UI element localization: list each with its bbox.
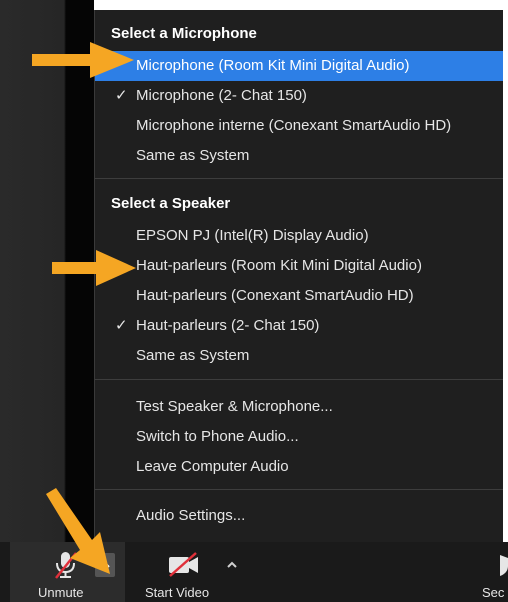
speaker-option-label: Haut-parleurs (2- Chat 150) <box>136 317 320 334</box>
menu-item-label: Test Speaker & Microphone... <box>136 398 333 415</box>
leave-computer-audio-item[interactable]: Leave Computer Audio <box>95 452 504 482</box>
mic-option-same-as-system[interactable]: Same as System <box>95 141 504 171</box>
speaker-option-label: Haut-parleurs (Room Kit Mini Digital Aud… <box>136 257 422 274</box>
screenshot-stage: Select a Microphone Microphone (Room Kit… <box>0 0 508 602</box>
menu-divider <box>95 178 504 179</box>
security-label: Sec <box>482 585 505 600</box>
check-icon: ✓ <box>115 317 128 334</box>
menu-item-label: Switch to Phone Audio... <box>136 428 299 445</box>
speaker-option-label: EPSON PJ (Intel(R) Display Audio) <box>136 227 369 244</box>
speaker-option-epson[interactable]: EPSON PJ (Intel(R) Display Audio) <box>95 221 504 251</box>
menu-item-label: Leave Computer Audio <box>136 458 289 475</box>
chevron-up-icon <box>227 561 237 568</box>
speaker-option-chat-150[interactable]: ✓ Haut-parleurs (2- Chat 150) <box>95 311 504 341</box>
arrow-annotation-icon <box>32 42 134 78</box>
menu-divider <box>95 379 504 380</box>
arrow-annotation-icon <box>52 250 136 286</box>
mic-option-interne[interactable]: Microphone interne (Conexant SmartAudio … <box>95 111 504 141</box>
unmute-label: Unmute <box>38 585 84 600</box>
mic-option-chat-150[interactable]: ✓ Microphone (2- Chat 150) <box>95 81 504 111</box>
mic-option-room-kit[interactable]: Microphone (Room Kit Mini Digital Audio) <box>95 51 504 81</box>
audio-settings-item[interactable]: Audio Settings... <box>95 501 504 531</box>
arrow-annotation-icon <box>46 488 110 574</box>
mic-option-label: Microphone interne (Conexant SmartAudio … <box>136 117 452 134</box>
audio-menu: Select a Microphone Microphone (Room Kit… <box>94 10 508 542</box>
speaker-option-room-kit[interactable]: Haut-parleurs (Room Kit Mini Digital Aud… <box>95 251 504 281</box>
menu-item-label: Audio Settings... <box>136 507 246 524</box>
speaker-option-label: Haut-parleurs (Conexant SmartAudio HD) <box>136 287 414 304</box>
speaker-section-header: Select a Speaker <box>111 195 231 212</box>
switch-phone-audio-item[interactable]: Switch to Phone Audio... <box>95 422 504 452</box>
speaker-option-same-as-system[interactable]: Same as System <box>95 341 504 371</box>
shield-icon[interactable] <box>492 552 508 578</box>
menu-divider <box>95 489 504 490</box>
check-icon: ✓ <box>115 87 128 104</box>
video-off-icon[interactable] <box>166 552 202 578</box>
speaker-option-conexant[interactable]: Haut-parleurs (Conexant SmartAudio HD) <box>95 281 504 311</box>
mic-option-label: Microphone (Room Kit Mini Digital Audio) <box>136 57 410 74</box>
video-options-caret-button[interactable] <box>222 553 242 577</box>
test-speaker-microphone-item[interactable]: Test Speaker & Microphone... <box>95 392 504 422</box>
speaker-option-label: Same as System <box>136 347 250 364</box>
start-video-label: Start Video <box>145 585 210 600</box>
window-edge <box>503 10 508 542</box>
mic-option-label: Same as System <box>136 147 250 164</box>
mic-option-label: Microphone (2- Chat 150) <box>136 87 307 104</box>
